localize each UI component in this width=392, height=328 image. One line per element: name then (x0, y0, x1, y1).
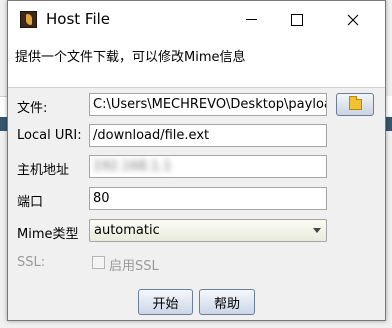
local-uri-label: Local URI: (17, 128, 82, 143)
ssl-checkbox[interactable] (92, 256, 105, 269)
chevron-down-icon[interactable] (308, 221, 325, 240)
port-label: 端口 (17, 195, 44, 210)
file-label: 文件: (17, 101, 48, 116)
mime-type-label: Mime类型 (17, 227, 79, 242)
close-icon (347, 14, 359, 25)
description-text: 提供一个文件下载，可以修改Mime信息 (15, 50, 246, 65)
ssl-checkbox-label: 启用SSL (109, 259, 159, 274)
port-field[interactable]: 80 (89, 187, 327, 210)
background-app-strip (386, 96, 392, 116)
minimize-icon (245, 19, 257, 20)
mime-type-value: automatic (94, 223, 160, 238)
host-address-value: 192.168.1.1 (93, 159, 172, 174)
host-label: 主机地址 (17, 163, 70, 178)
maximize-button[interactable] (274, 1, 320, 38)
folder-icon (348, 96, 362, 110)
mime-type-select[interactable]: automatic (89, 219, 327, 242)
minimize-button[interactable] (228, 1, 274, 38)
window-title: Host File (46, 10, 111, 28)
host-file-dialog: Host File 提供一个文件下载，可以修改Mime信息 文件: C:\Use… (7, 0, 386, 321)
app-icon (20, 11, 37, 28)
browse-button[interactable] (336, 93, 374, 116)
local-uri-field[interactable]: /download/file.ext (89, 124, 327, 147)
maximize-icon (291, 13, 303, 26)
background-app-strip (386, 117, 392, 131)
description-panel: 提供一个文件下载，可以修改Mime信息 (8, 38, 385, 88)
help-button[interactable]: 帮助 (199, 289, 255, 315)
start-button[interactable]: 开始 (138, 289, 193, 315)
ssl-label: SSL: (17, 255, 46, 270)
host-address-field[interactable]: 192.168.1.1 (89, 155, 327, 178)
title-bar[interactable]: Host File (8, 1, 385, 38)
file-path-field[interactable]: C:\Users\MECHREVO\Desktop\payloa (89, 93, 327, 116)
close-button[interactable] (330, 1, 376, 38)
